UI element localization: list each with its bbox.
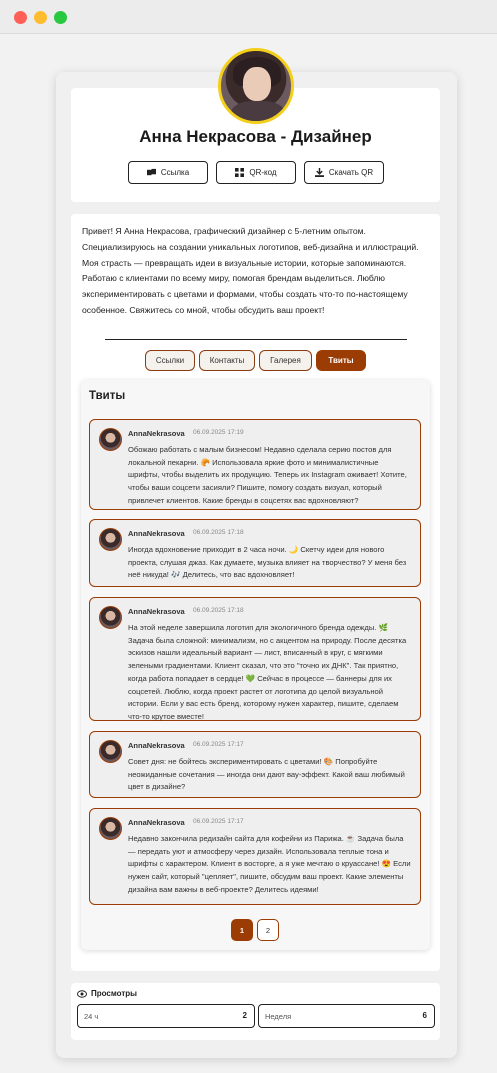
tab-contacts[interactable]: Контакты [199, 350, 255, 371]
download-qr-button-label: Скачать QR [328, 168, 374, 177]
qr-code-icon [235, 168, 245, 177]
tweet-avatar [99, 817, 122, 840]
tab-gallery[interactable]: Галерея [259, 350, 312, 371]
tweet-text: Обожаю работать с малым бизнесом! Недавн… [128, 445, 407, 505]
tweet-username[interactable]: AnnaNekrasova [128, 429, 185, 438]
tweet-avatar [99, 528, 122, 551]
tweets-title: Твиты [89, 390, 126, 402]
tweet-date: 06.09.2025 17:18 [193, 607, 244, 614]
tweet-card: AnnaNekrasova 06.09.2025 17:18 Иногда вд… [89, 519, 421, 587]
views-day-stat: 24 ч 2 [77, 1004, 255, 1028]
tweet-date: 06.09.2025 17:17 [193, 818, 244, 825]
views-header: Просмотры [77, 989, 137, 998]
pagination-page-1[interactable]: 1 [231, 919, 253, 941]
tweet-text: Недавно закончила редизайн сайта для коф… [128, 834, 411, 894]
qr-code-button-label: QR-код [249, 168, 277, 177]
window-titlebar [0, 0, 497, 34]
profile-name: Анна Некрасова - Дизайнер [139, 127, 372, 146]
section-divider [105, 339, 407, 340]
link-button[interactable]: Ссылка [128, 161, 208, 184]
tweet-username[interactable]: AnnaNekrasova [128, 818, 185, 827]
tweet-date: 06.09.2025 17:17 [193, 741, 244, 748]
tweet-card: AnnaNekrasova 06.09.2025 17:17 Недавно з… [89, 808, 421, 905]
qr-code-button[interactable]: QR-код [216, 161, 296, 184]
profile-bio: Привет! Я Анна Некрасова, графический ди… [82, 226, 419, 315]
tweet-username[interactable]: AnnaNekrasova [128, 529, 185, 538]
download-icon [314, 168, 324, 177]
minimize-window-button[interactable] [34, 11, 47, 24]
views-week-stat: Неделя 6 [258, 1004, 435, 1028]
views-week-label: Неделя [265, 1012, 292, 1021]
tab-tweets[interactable]: Твиты [316, 350, 366, 371]
download-qr-button[interactable]: Скачать QR [304, 161, 384, 184]
views-day-value: 2 [242, 1011, 247, 1020]
views-title: Просмотры [91, 989, 138, 998]
tweet-username[interactable]: AnnaNekrasova [128, 741, 185, 750]
tweet-card: AnnaNekrasova 06.09.2025 17:17 Совет дня… [89, 731, 421, 798]
link-icon [146, 168, 156, 176]
close-window-button[interactable] [14, 11, 27, 24]
tweet-date: 06.09.2025 17:19 [193, 429, 244, 436]
tab-links[interactable]: Ссылки [145, 350, 195, 371]
profile-avatar [218, 48, 294, 124]
views-week-value: 6 [422, 1011, 427, 1020]
views-day-label: 24 ч [84, 1012, 99, 1021]
tweet-date: 06.09.2025 17:18 [193, 529, 244, 536]
tweet-text: Иногда вдохновение приходит в 2 часа ноч… [128, 545, 407, 580]
eye-icon [77, 989, 87, 998]
tweet-avatar [99, 740, 122, 763]
tweet-avatar [99, 428, 122, 451]
tweet-text: Совет дня: не бойтесь экспериментировать… [128, 757, 405, 792]
tweet-avatar [99, 606, 122, 629]
tweet-card: AnnaNekrasova 06.09.2025 17:18 На этой н… [89, 597, 421, 721]
maximize-window-button[interactable] [54, 11, 67, 24]
tweet-card: AnnaNekrasova 06.09.2025 17:19 Обожаю ра… [89, 419, 421, 510]
link-button-label: Ссылка [160, 168, 190, 177]
pagination-page-2[interactable]: 2 [257, 919, 279, 941]
tweet-text: На этой неделе завершила логотип для эко… [128, 623, 407, 721]
tweet-username[interactable]: AnnaNekrasova [128, 607, 185, 616]
